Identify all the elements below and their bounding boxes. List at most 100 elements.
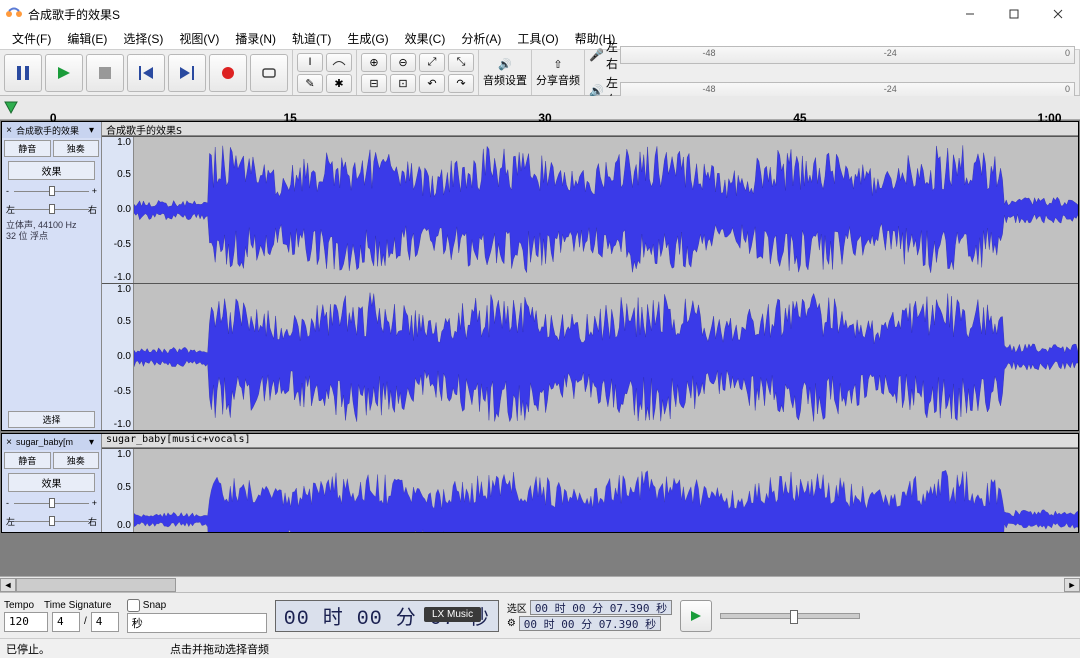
clip-label[interactable]: sugar_baby[music+vocals] xyxy=(102,434,1078,448)
draw-tool[interactable]: ✎ xyxy=(297,74,323,93)
menu-view[interactable]: 视图(V) xyxy=(171,28,227,49)
fit-project-button[interactable]: ⤡ xyxy=(448,53,474,72)
loop-button[interactable] xyxy=(250,54,288,92)
share-audio-button[interactable]: 分享音频 xyxy=(536,72,580,88)
timeline-mark: 0 xyxy=(50,111,57,125)
close-button[interactable] xyxy=(1036,0,1080,28)
selection-tool[interactable]: I xyxy=(297,53,323,72)
recording-meter[interactable]: -48 -24 0 xyxy=(620,46,1075,64)
gear-icon[interactable]: ⚙ xyxy=(507,618,516,629)
track-name[interactable]: 合成歌手的效果 xyxy=(16,124,89,137)
trim-button[interactable]: ⊟ xyxy=(361,74,387,93)
playhead-icon[interactable] xyxy=(4,101,18,115)
snap-unit-select[interactable]: 秒 xyxy=(127,613,267,633)
menu-tools[interactable]: 工具(O) xyxy=(509,28,566,49)
skip-end-button[interactable] xyxy=(168,54,206,92)
selection-start-input[interactable]: 00 时 00 分 07.390 秒 xyxy=(530,600,672,615)
track-menu-button[interactable]: ▾ xyxy=(89,125,101,136)
redo-button[interactable]: ↷ xyxy=(448,74,474,93)
audio-setup-group: 🔊音频设置 xyxy=(479,50,532,95)
menu-effect[interactable]: 效果(C) xyxy=(397,28,454,49)
meters-group: 🎤 左右 -48 -24 0 🔊 左右 -48 -24 0 xyxy=(585,50,1080,95)
track-menu-button[interactable]: ▾ xyxy=(89,437,101,448)
stop-button[interactable] xyxy=(86,54,124,92)
timesig-num-input[interactable]: 4 xyxy=(52,612,80,632)
tempo-input[interactable]: 120 xyxy=(4,612,48,632)
mic-icon[interactable]: 🎤 xyxy=(589,48,604,62)
selection-end-input[interactable]: 00 时 00 分 07.390 秒 xyxy=(519,616,661,631)
zoom-in-button[interactable]: ⊕ xyxy=(361,53,387,72)
minimize-button[interactable] xyxy=(948,0,992,28)
track-control-panel: × 合成歌手的效果 ▾ 静音 独奏 效果 -+ 左右 立体声, 44100 Hz… xyxy=(2,122,102,430)
envelope-tool[interactable] xyxy=(326,53,352,72)
share-group: ⇧分享音频 xyxy=(532,50,585,95)
audio-setup-button[interactable]: 音频设置 xyxy=(483,72,527,88)
status-hint: 点击并拖动选择音频 xyxy=(170,641,269,657)
meter-rec-lr: 左右 xyxy=(606,38,618,72)
waveform-channel-left[interactable]: 1.00.50.0-0.5-1.0 xyxy=(102,136,1078,283)
pause-button[interactable] xyxy=(4,54,42,92)
effects-button[interactable]: 效果 xyxy=(8,473,95,492)
undo-button[interactable]: ↶ xyxy=(419,74,445,93)
record-button[interactable] xyxy=(209,54,247,92)
track-close-button[interactable]: × xyxy=(2,437,16,448)
track-row: × 合成歌手的效果 ▾ 静音 独奏 效果 -+ 左右 立体声, 44100 Hz… xyxy=(1,121,1079,431)
menu-tracks[interactable]: 轨道(T) xyxy=(284,28,339,49)
solo-button[interactable]: 独奏 xyxy=(53,140,100,157)
waveform-svg xyxy=(134,137,1078,283)
fit-selection-button[interactable]: ⤢ xyxy=(419,53,445,72)
tool-controls: I ✎ ✱ xyxy=(293,50,357,95)
track-row: × sugar_baby[m ▾ 静音 独奏 效果 -+ 左右 sugar_ba… xyxy=(1,433,1079,533)
menu-select[interactable]: 选择(S) xyxy=(115,28,171,49)
selection-label: 选区 xyxy=(507,600,527,615)
waveform-channel-left[interactable]: 1.00.50.0 xyxy=(102,448,1078,532)
menu-file[interactable]: 文件(F) xyxy=(4,28,59,49)
silence-button[interactable]: ⊡ xyxy=(390,74,416,93)
titlebar: 合成歌手的效果S xyxy=(0,0,1080,28)
track-close-button[interactable]: × xyxy=(2,125,16,136)
maximize-button[interactable] xyxy=(992,0,1036,28)
gain-slider[interactable]: -+ xyxy=(6,496,97,510)
app-icon xyxy=(6,6,22,22)
playback-speed-slider[interactable] xyxy=(720,613,860,619)
waveform-channel-right[interactable]: 1.00.50.0-0.5-1.0 xyxy=(102,283,1078,430)
share-icon: ⇧ xyxy=(553,58,562,71)
track-waveform-area[interactable]: sugar_baby[music+vocals] 1.00.50.0 xyxy=(102,434,1078,532)
horizontal-scrollbar[interactable]: ◄ ► xyxy=(0,576,1080,592)
scroll-thumb[interactable] xyxy=(16,578,176,592)
multi-tool[interactable]: ✱ xyxy=(326,74,352,93)
track-control-panel: × sugar_baby[m ▾ 静音 独奏 效果 -+ 左右 xyxy=(2,434,102,532)
timeline-ruler[interactable]: 0 15 30 45 1:00 xyxy=(0,96,1080,120)
gain-slider[interactable]: -+ xyxy=(6,184,97,198)
waveform-svg xyxy=(134,449,1078,532)
menu-edit[interactable]: 编辑(E) xyxy=(59,28,115,49)
menu-transport[interactable]: 播录(N) xyxy=(227,28,284,49)
mute-button[interactable]: 静音 xyxy=(4,452,51,469)
scroll-right-button[interactable]: ► xyxy=(1064,578,1080,592)
play-at-speed-button[interactable] xyxy=(680,600,712,632)
pan-slider[interactable]: 左右 xyxy=(6,202,97,216)
zoom-out-button[interactable]: ⊖ xyxy=(390,53,416,72)
zoom-controls: ⊕ ⊟ ⊖ ⊡ ⤢ ↶ ⤡ ↷ xyxy=(357,50,479,95)
snap-checkbox[interactable]: Snap xyxy=(127,599,267,612)
statusbar: 已停止。 点击并拖动选择音频 xyxy=(0,638,1080,658)
clip-label[interactable]: 合成歌手的效果S xyxy=(102,122,1078,136)
skip-start-button[interactable] xyxy=(127,54,165,92)
status-text: 已停止。 xyxy=(6,641,50,657)
solo-button[interactable]: 独奏 xyxy=(53,452,100,469)
menu-analyze[interactable]: 分析(A) xyxy=(453,28,509,49)
scroll-left-button[interactable]: ◄ xyxy=(0,578,16,592)
bottom-toolbar: TempoTime Signature 120 4 / 4 Snap 秒 00 … xyxy=(0,592,1080,638)
menu-generate[interactable]: 生成(G) xyxy=(339,28,396,49)
track-select-button[interactable]: 选择 xyxy=(8,411,95,428)
toolbar-area: I ✎ ✱ ⊕ ⊟ ⊖ ⊡ ⤢ ↶ ⤡ ↷ 🔊音频设置 ⇧分享音频 🎤 左右 -48 -2… xyxy=(0,50,1080,96)
track-name[interactable]: sugar_baby[m xyxy=(16,437,89,447)
timesig-den-input[interactable]: 4 xyxy=(91,612,119,632)
pan-slider[interactable]: 左右 xyxy=(6,514,97,528)
tracks-area: × 合成歌手的效果 ▾ 静音 独奏 效果 -+ 左右 立体声, 44100 Hz… xyxy=(0,120,1080,576)
track-waveform-area[interactable]: 合成歌手的效果S 1.00.50.0-0.5-1.0 1.00.50.0-0.5… xyxy=(102,122,1078,430)
timesig-label: Time Signature xyxy=(44,600,111,611)
play-button[interactable] xyxy=(45,54,83,92)
mute-button[interactable]: 静音 xyxy=(4,140,51,157)
effects-button[interactable]: 效果 xyxy=(8,161,95,180)
